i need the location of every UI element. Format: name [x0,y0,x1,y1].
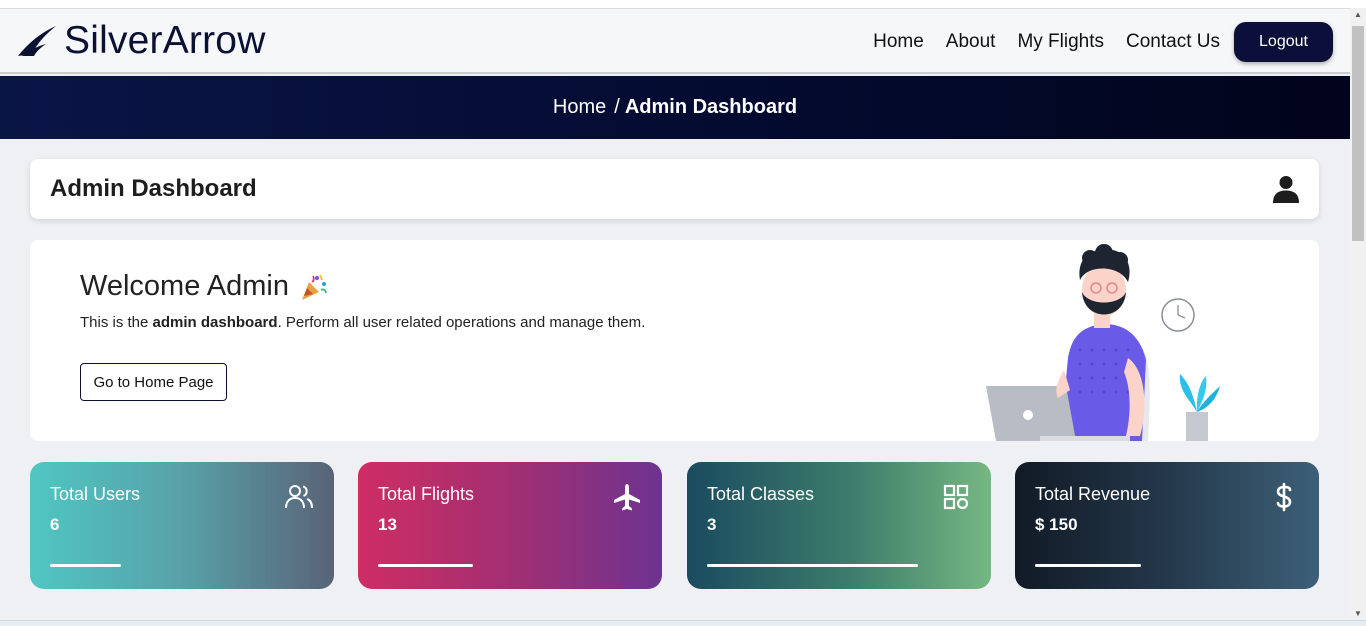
breadcrumb-home-link[interactable]: Home [553,96,606,119]
welcome-text-after: . Perform all user related operations an… [277,314,646,331]
stat-label: Total Flights [378,484,475,504]
users-icon [285,485,313,509]
stat-label: Total Revenue [1035,484,1151,504]
vertical-scrollbar[interactable]: ▲ ▼ [1350,8,1366,620]
welcome-title: Welcome Admin [80,270,289,302]
stat-label: Total Classes [707,484,815,504]
breadcrumb-current: Admin Dashboard [624,96,798,118]
nav-link-my-flights[interactable]: My Flights [1017,31,1104,53]
scroll-thumb[interactable] [1352,26,1364,241]
stat-progress-bar [50,564,121,567]
navbar: SilverArrow Home About My Flights Contac… [0,8,1350,74]
go-to-home-button[interactable]: Go to Home Page [80,363,227,401]
stat-card-total-flights[interactable]: Total Flights 13 [358,462,662,589]
stat-value: 3 [707,515,717,534]
brand-name: SilverArrow [64,18,266,62]
stat-value: 13 [378,515,397,534]
arrow-wing-icon [18,25,56,56]
nav-link-about[interactable]: About [946,31,996,53]
stat-progress-bar [707,564,918,567]
admin-illustration [986,244,1220,441]
welcome-card: Welcome Admin This is the admin dashboar… [30,240,1319,441]
browser-top-strip [0,0,1366,8]
stat-progress-bar [378,564,473,567]
welcome-text-bold: admin dashboard [152,314,278,331]
welcome-title-row: Welcome Admin [80,270,329,303]
grid-icon [943,484,969,510]
stat-value: $ 150 [1035,515,1078,534]
stat-progress-bar [1035,564,1141,567]
stat-card-total-users[interactable]: Total Users 6 [30,462,334,589]
scroll-down-arrow-icon[interactable]: ▼ [1354,609,1362,618]
nav-link-home[interactable]: Home [873,31,924,53]
stat-card-total-classes[interactable]: Total Classes 3 [687,462,991,589]
brand[interactable]: SilverArrow [16,19,266,63]
page-title: Admin Dashboard [50,175,257,202]
welcome-description: This is the admin dashboard. Perform all… [80,314,645,331]
nav-links: Home About My Flights Contact Us [873,9,1220,75]
page-header-card: Admin Dashboard [30,159,1319,219]
scroll-up-arrow-icon[interactable]: ▲ [1354,10,1362,19]
breadcrumb: Home / Admin Dashboard [0,76,1350,139]
airplane-icon [614,484,640,511]
stat-card-total-revenue[interactable]: Total Revenue $ 150 [1015,462,1319,589]
welcome-text-before: This is the [80,314,153,331]
stat-value: 6 [50,515,60,534]
breadcrumb-separator: / [614,96,620,118]
stat-label: Total Users [50,484,141,504]
dollar-icon [1276,482,1292,512]
user-icon[interactable] [1273,175,1299,203]
party-popper-icon [302,274,327,300]
nav-link-contact-us[interactable]: Contact Us [1126,31,1220,53]
browser-bottom-strip [0,620,1366,626]
logout-button[interactable]: Logout [1234,22,1333,62]
